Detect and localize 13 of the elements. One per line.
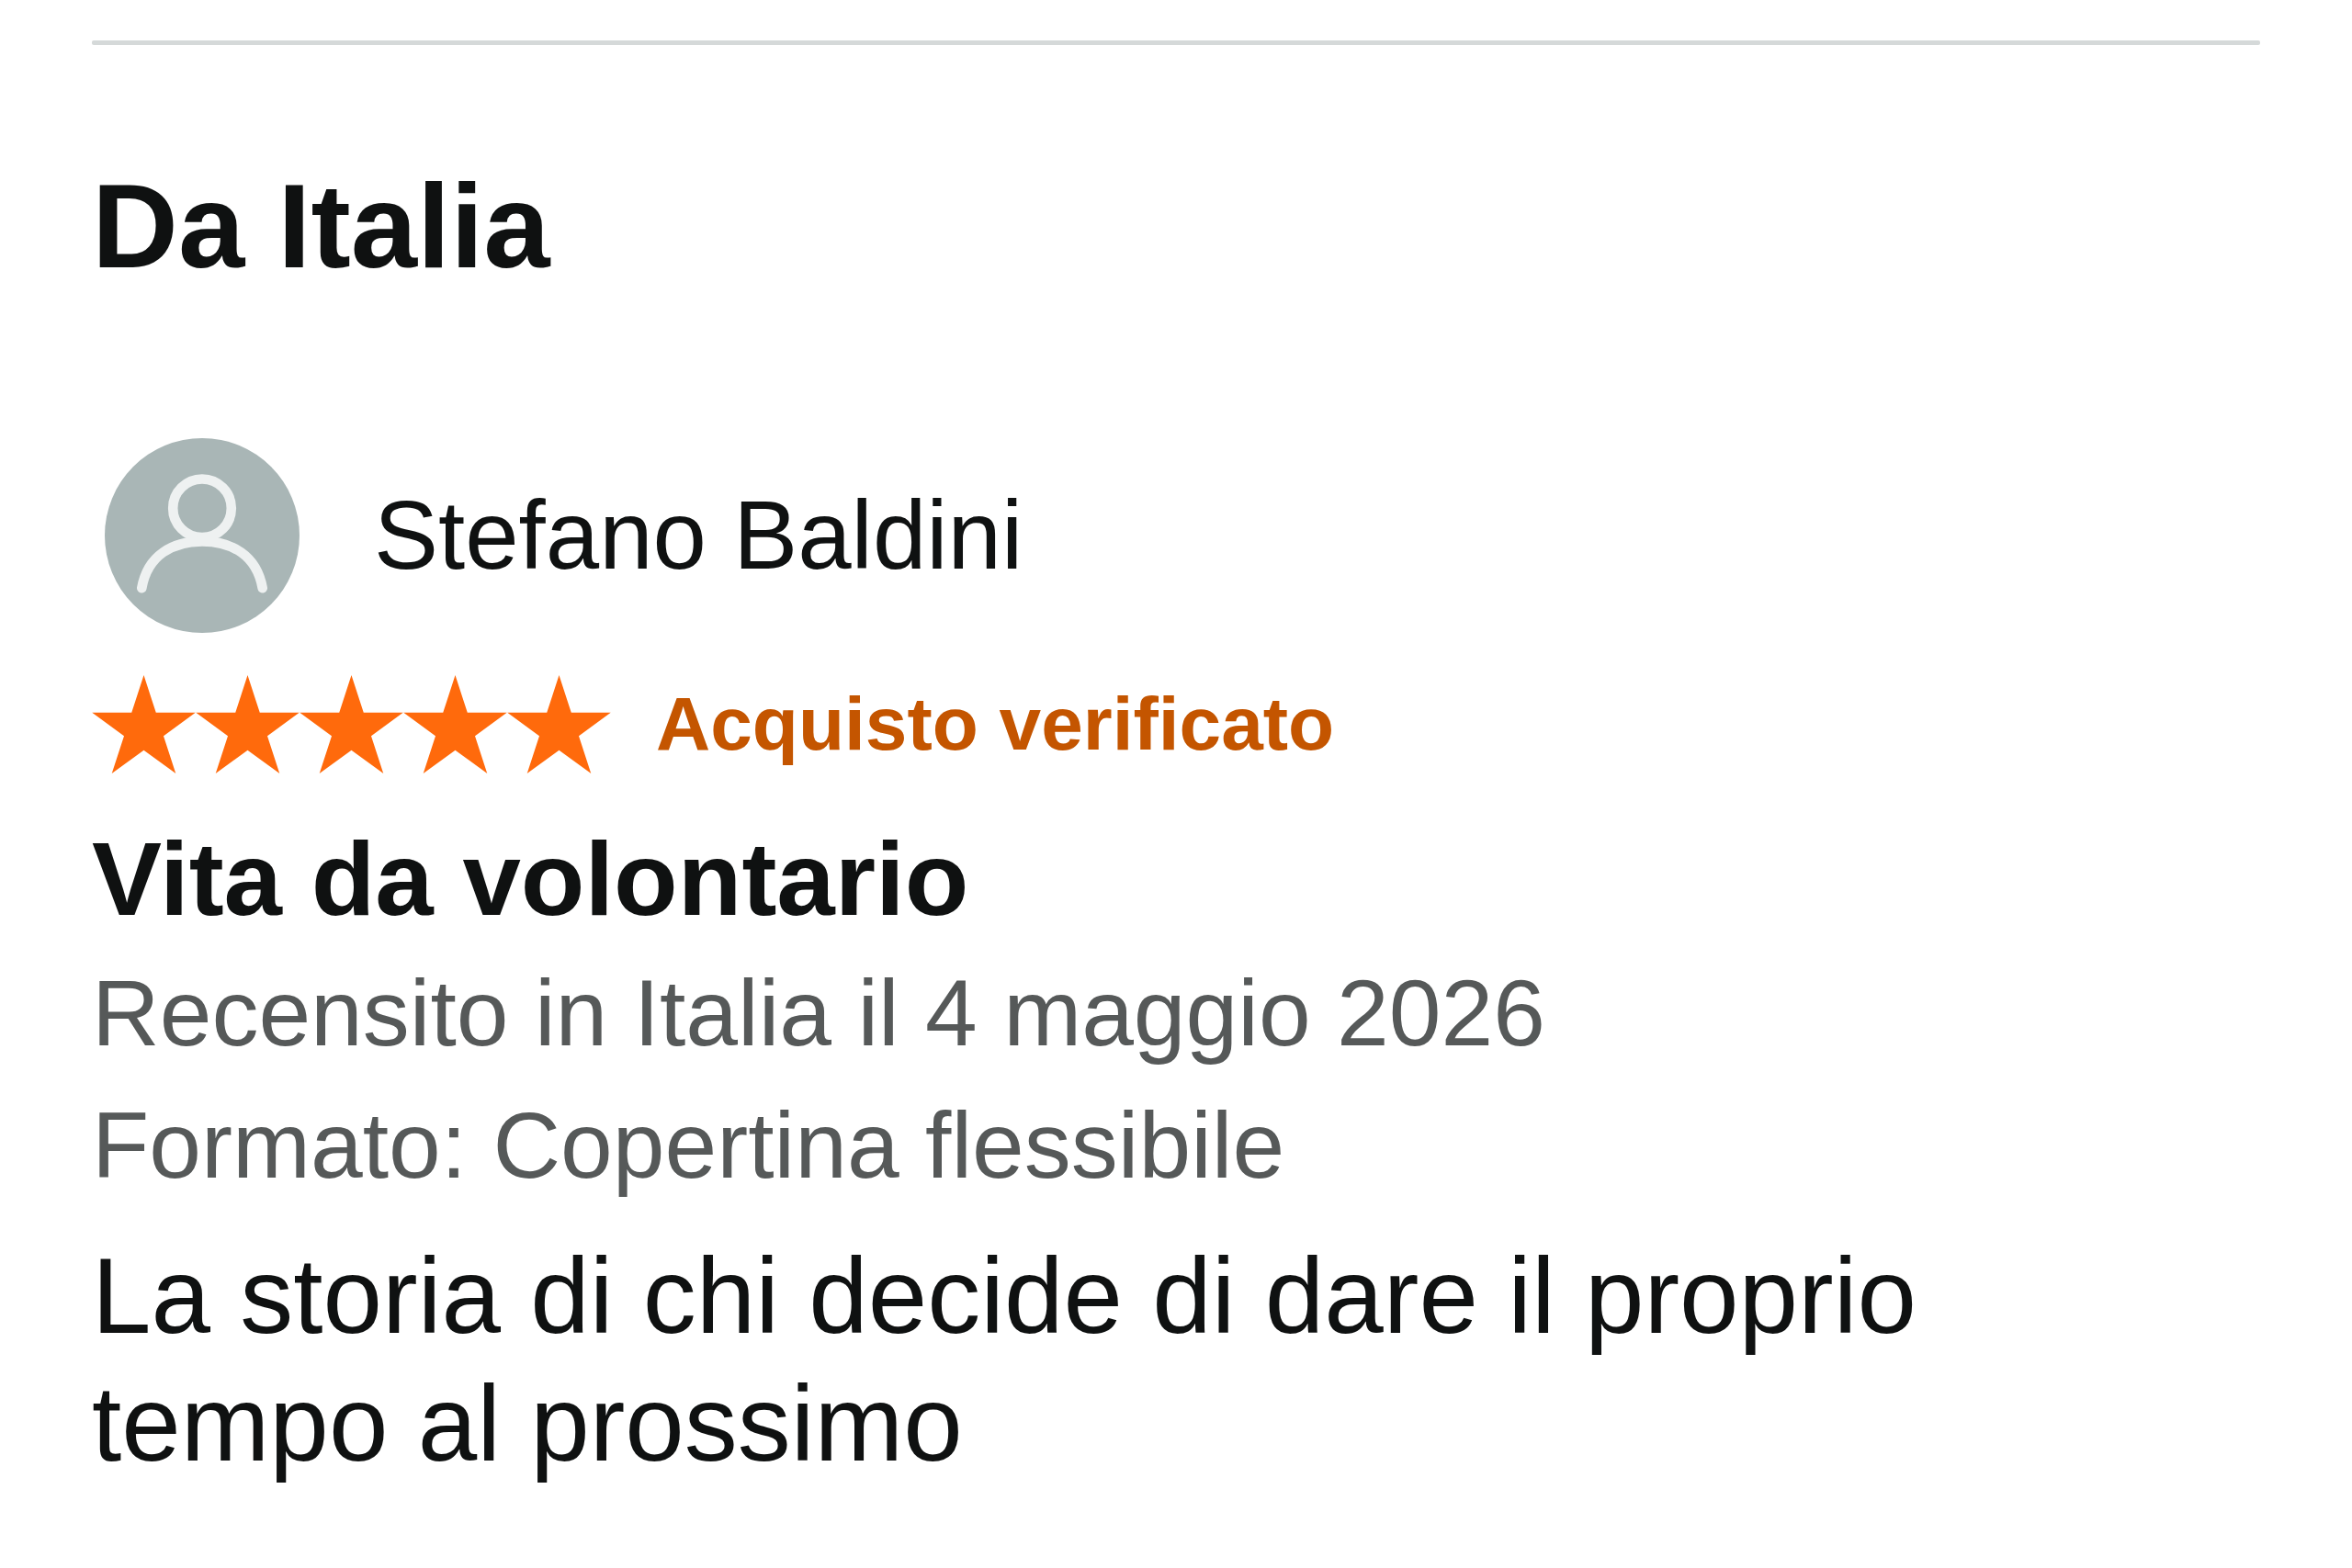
review-text: La storia di chi decide di dare il proprio tempo al prossimo <box>92 1235 1917 1485</box>
star-icon <box>92 675 196 773</box>
star-icon <box>300 675 403 773</box>
section-heading: Da Italia <box>92 158 550 295</box>
star-icon <box>196 675 300 773</box>
review-title: Vita da volontario <box>92 819 969 939</box>
format-label: Formato: Copertina flessibile <box>92 1092 1285 1200</box>
verified-purchase-label: Acquisto verificato <box>656 681 1335 768</box>
star-icon <box>507 675 611 773</box>
reviewer-name: Stefano Baldini <box>374 480 1023 591</box>
avatar-icon <box>105 438 300 633</box>
review-date: Recensito in Italia il 4 maggio 2026 <box>92 960 1545 1067</box>
star-icon <box>403 675 507 773</box>
